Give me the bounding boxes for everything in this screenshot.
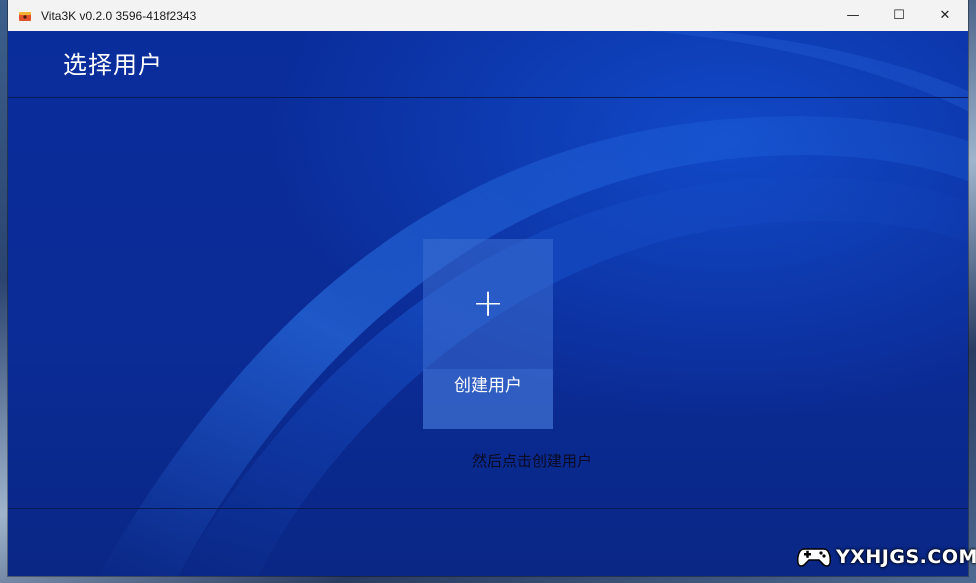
page-title: 选择用户 <box>63 51 163 79</box>
create-user-button[interactable]: + 创建用户 <box>423 239 553 429</box>
vita3k-app-icon <box>17 8 33 24</box>
window-controls: — ☐ ✕ <box>830 0 968 31</box>
title-bar[interactable]: Vita3K v0.2.0 3596-418f2343 — ☐ ✕ <box>8 0 968 31</box>
minimize-button[interactable]: — <box>830 0 876 31</box>
site-watermark: YXHJGS.COM <box>796 540 976 574</box>
maximize-icon: ☐ <box>893 8 905 23</box>
window-title: Vita3K v0.2.0 3596-418f2343 <box>41 8 197 23</box>
close-icon: ✕ <box>939 8 951 23</box>
plus-icon: + <box>472 281 504 325</box>
close-button[interactable]: ✕ <box>922 0 968 31</box>
instruction-text: 然后点击创建用户 <box>472 452 593 470</box>
app-window: Vita3K v0.2.0 3596-418f2343 — ☐ ✕ 选择用户 +… <box>8 0 968 576</box>
create-user-label: 创建用户 <box>454 376 522 396</box>
footer-divider <box>8 508 968 509</box>
minimize-icon: — <box>846 8 860 23</box>
content-area: 选择用户 + 创建用户 然后点击创建用户 <box>8 31 968 576</box>
gamepad-icon <box>796 541 832 573</box>
maximize-button[interactable]: ☐ <box>876 0 922 31</box>
header-bar: 选择用户 <box>8 31 968 98</box>
watermark-text: YXHJGS.COM <box>836 546 976 568</box>
